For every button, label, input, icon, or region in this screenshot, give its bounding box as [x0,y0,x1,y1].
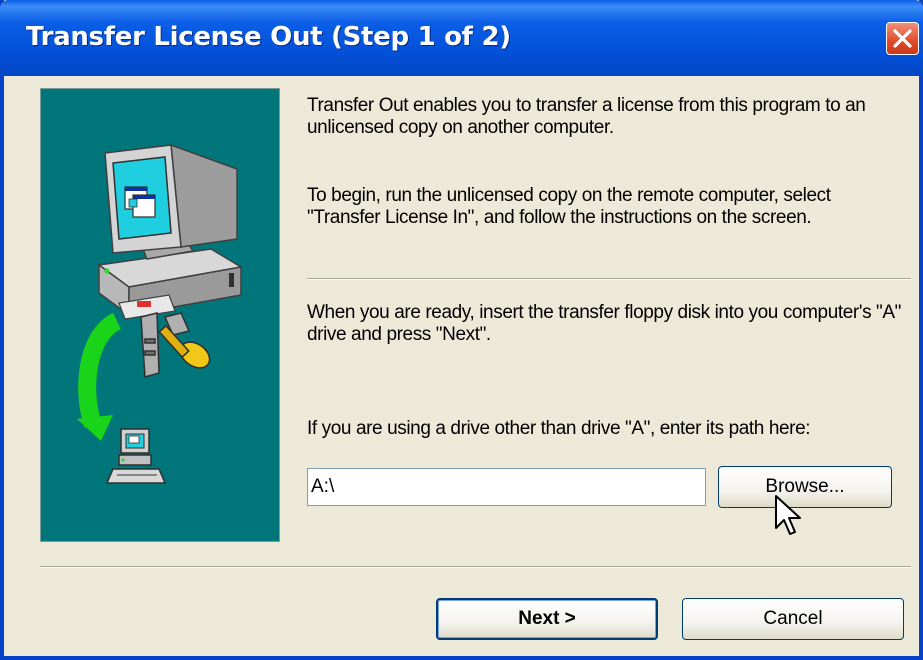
next-button[interactable]: Next > [436,598,658,640]
cancel-button[interactable]: Cancel [682,598,904,640]
close-icon [893,29,912,48]
computer-key-transfer-illustration [77,143,244,484]
title-bar[interactable]: Transfer License Out (Step 1 of 2) [0,0,923,76]
close-button[interactable] [886,22,919,55]
intro-text: Transfer Out enables you to transfer a l… [307,95,866,138]
mouse-cursor-icon [775,495,801,535]
instructions-text: To begin, run the unlicensed copy on the… [307,185,831,228]
browse-button[interactable]: Browse... [718,466,892,508]
window-title: Transfer License Out (Step 1 of 2) [26,22,511,52]
cancel-button-label: Cancel [763,608,823,629]
drive-path-input[interactable] [307,468,706,506]
drive-path-prompt: If you are using a drive other than driv… [307,418,811,439]
insert-disk-text: When you are ready, insert the transfer … [307,302,902,345]
footer-divider [40,566,911,568]
next-button-label: Next > [518,608,576,629]
transfer-license-dialog: Transfer License Out (Step 1 of 2) Trans… [0,0,923,660]
content-divider [307,278,911,280]
wizard-illustration-panel [40,88,280,542]
